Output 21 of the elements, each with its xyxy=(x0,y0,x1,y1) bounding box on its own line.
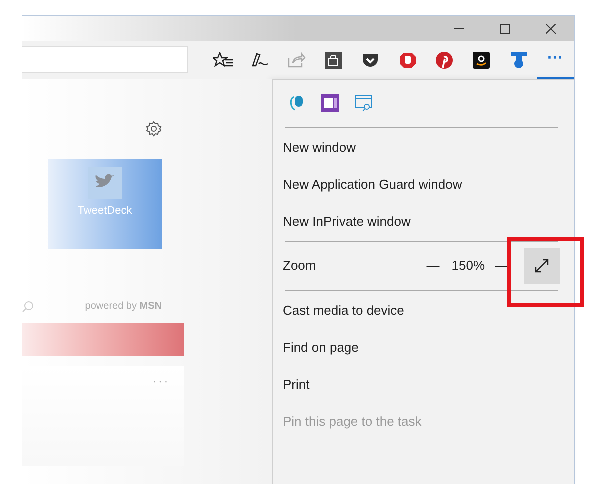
address-field[interactable] xyxy=(22,46,188,73)
tile-label: TweetDeck xyxy=(78,204,132,219)
web-capture-icon[interactable] xyxy=(355,94,373,112)
menu-item[interactable]: New Application Guard window xyxy=(283,166,560,203)
menu-item[interactable]: Print xyxy=(283,366,560,403)
menu-item[interactable]: Cast media to device xyxy=(283,292,560,329)
mouse-icon[interactable] xyxy=(289,94,305,112)
notebook-icon[interactable] xyxy=(321,94,339,112)
menu-item[interactable]: Find on page xyxy=(283,329,560,366)
zoom-label: Zoom xyxy=(283,257,318,276)
menu-item[interactable]: New window xyxy=(283,129,560,166)
close-icon xyxy=(546,24,556,34)
menu-item[interactable]: New InPrivate window xyxy=(283,203,560,240)
expand-icon xyxy=(535,259,549,273)
settings-icon[interactable] xyxy=(146,121,162,137)
zoom-level: 150% xyxy=(452,257,485,276)
fullscreen-button[interactable] xyxy=(524,248,560,284)
attribution-text: powered by MSN xyxy=(85,300,162,314)
zoom-out-button[interactable]: — xyxy=(426,256,440,276)
maximize-icon xyxy=(500,24,510,34)
minimize-icon xyxy=(454,28,464,29)
